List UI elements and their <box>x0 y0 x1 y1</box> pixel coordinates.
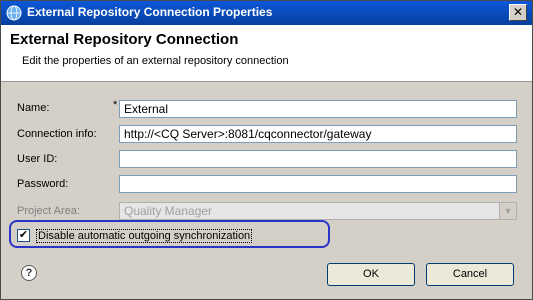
ok-button[interactable]: OK <box>327 263 415 286</box>
connection-info-label: Connection info: <box>17 128 97 140</box>
disable-sync-label[interactable]: Disable automatic outgoing synchronizati… <box>36 229 253 243</box>
name-label: Name: <box>17 102 50 114</box>
eclipse-globe-icon <box>6 5 22 21</box>
project-area-value: Quality Manager <box>124 204 213 218</box>
window-title: External Repository Connection Propertie… <box>27 5 273 19</box>
chevron-down-icon[interactable]: ▼ <box>499 203 516 219</box>
close-button[interactable]: ✕ <box>509 4 527 21</box>
properties-dialog: External Repository Connection Propertie… <box>0 0 533 300</box>
page-description: Edit the properties of an external repos… <box>22 55 289 67</box>
cancel-button[interactable]: Cancel <box>426 263 514 286</box>
password-label: Password: <box>17 178 69 190</box>
close-icon: ✕ <box>512 5 524 19</box>
dialog-header: External Repository Connection Edit the … <box>1 25 532 82</box>
project-area-select[interactable]: Quality Manager ▼ <box>119 202 517 220</box>
disable-sync-checkbox[interactable]: ✔ <box>17 229 30 242</box>
user-id-field[interactable] <box>119 150 517 168</box>
help-icon[interactable]: ? <box>21 265 37 281</box>
user-id-label: User ID: <box>17 153 58 165</box>
title-bar[interactable]: External Repository Connection Propertie… <box>1 1 532 25</box>
connection-info-field[interactable]: http://<CQ Server>:8081/cqconnector/gate… <box>119 125 517 143</box>
project-area-label: Project Area: <box>17 205 80 217</box>
password-field[interactable] <box>119 175 517 193</box>
required-marker: * <box>113 99 118 111</box>
name-field[interactable]: External <box>119 100 517 118</box>
page-title: External Repository Connection <box>10 31 239 48</box>
